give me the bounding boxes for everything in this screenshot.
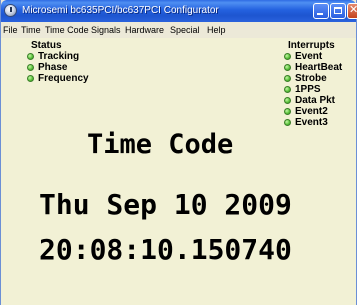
led-indicator-icon: [284, 97, 291, 104]
interrupt-label: HeartBeat: [295, 62, 343, 73]
menu-time-code[interactable]: Time Code: [45, 22, 89, 38]
display-mode-title: Time Code: [87, 129, 234, 160]
interrupt-label: Event: [295, 51, 323, 62]
led-indicator-icon: [284, 86, 291, 93]
window-title: Microsemi bc635PCI/bc637PCI Configurator: [22, 5, 219, 16]
menu-help[interactable]: Help: [207, 22, 226, 38]
status-label: Tracking: [38, 51, 80, 62]
led-indicator-icon: [27, 75, 34, 82]
menu-time[interactable]: Time: [21, 22, 41, 38]
configurator-window: Microsemi bc635PCI/bc637PCI Configurator…: [0, 0, 357, 305]
led-indicator-icon: [284, 119, 291, 126]
main-panel: Status Tracking Phase Frequency Interrup…: [1, 38, 356, 305]
menu-bar: File Time Time Code Signals Hardware Spe…: [1, 22, 356, 38]
time-readout: 20:08:10.150740: [39, 233, 292, 266]
interrupt-label: Event2: [295, 106, 328, 117]
led-indicator-icon: [284, 108, 291, 115]
menu-signals[interactable]: Signals: [91, 22, 121, 38]
led-indicator-icon: [284, 75, 291, 82]
status-label: Frequency: [38, 73, 89, 84]
app-clock-icon[interactable]: [4, 4, 17, 17]
maximize-icon[interactable]: [330, 3, 346, 19]
interrupt-label: 1PPS: [295, 84, 321, 95]
menu-hardware[interactable]: Hardware: [125, 22, 164, 38]
led-indicator-icon: [284, 64, 291, 71]
minimize-icon[interactable]: [313, 3, 329, 19]
title-bar[interactable]: Microsemi bc635PCI/bc637PCI Configurator: [1, 0, 357, 22]
interrupt-label: Strobe: [295, 73, 327, 84]
interrupt-label: Event3: [295, 117, 328, 128]
close-icon[interactable]: [347, 3, 357, 19]
led-indicator-icon: [284, 53, 291, 60]
led-indicator-icon: [27, 53, 34, 60]
interrupt-label: Data Pkt: [295, 95, 336, 106]
status-label: Phase: [38, 62, 68, 73]
menu-special[interactable]: Special: [170, 22, 200, 38]
led-indicator-icon: [27, 64, 34, 71]
status-group-title: Status: [31, 40, 62, 51]
date-readout: Thu Sep 10 2009: [39, 188, 292, 221]
interrupts-group-title: Interrupts: [288, 40, 335, 51]
menu-file[interactable]: File: [3, 22, 18, 38]
